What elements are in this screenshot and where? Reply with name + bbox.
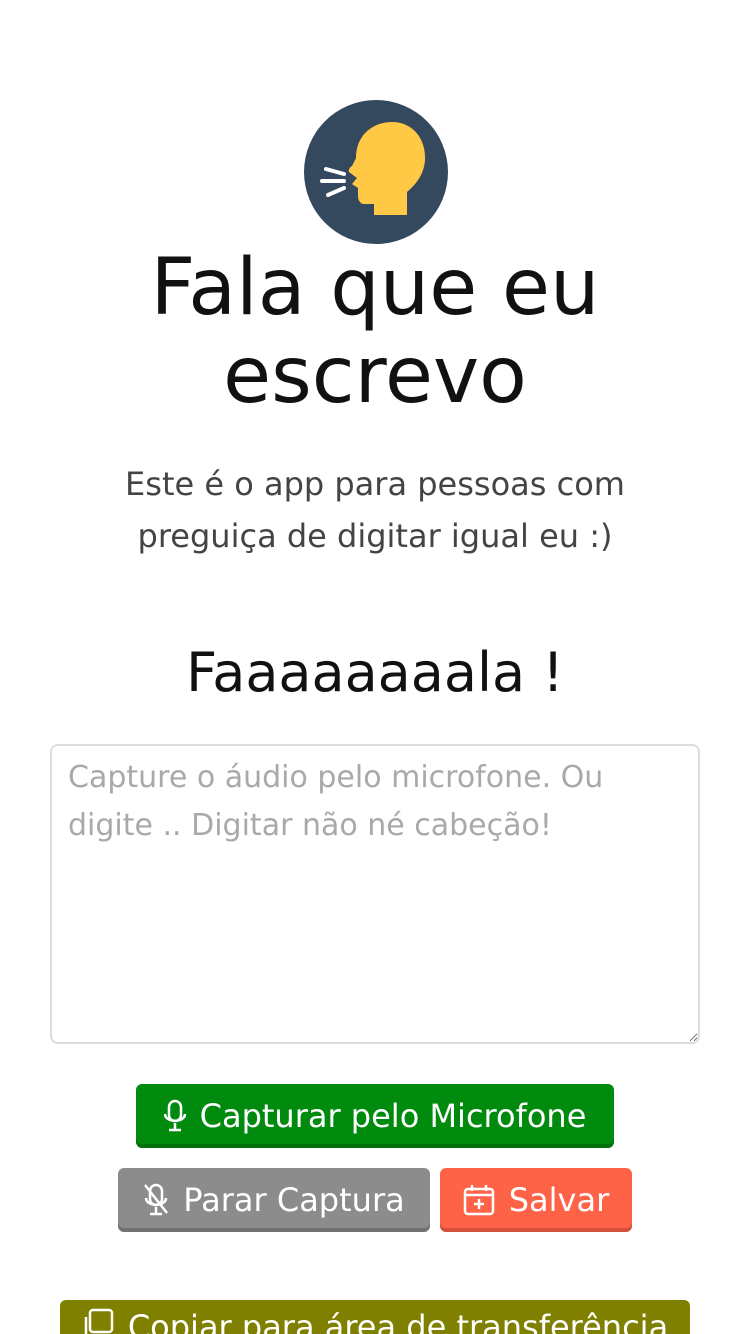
section-heading: Faaaaaaaala ! [186,641,564,704]
copy-icon [82,1308,114,1334]
calendar-plus-icon [463,1184,495,1216]
copy-to-clipboard-button[interactable]: Copiar para área de transferência [60,1300,690,1334]
page: Fala que eu escrevo Este é o app para pe… [0,0,750,1334]
save-button-label: Salvar [508,1181,610,1219]
stop-capture-button[interactable]: Parar Captura [118,1168,430,1232]
microphone-icon [163,1099,186,1133]
stop-button-label: Parar Captura [183,1181,405,1219]
speaking-head-icon [304,100,448,244]
copy-button-label: Copiar para área de transferência [127,1308,669,1334]
capture-microphone-button[interactable]: Capturar pelo Microfone [136,1084,614,1148]
speech-text-input[interactable] [50,744,700,1044]
capture-button-label: Capturar pelo Microfone [199,1097,587,1135]
save-button[interactable]: Salvar [440,1168,632,1232]
microphone-slash-icon [143,1183,169,1217]
page-subtitle: Este é o app para pessoas com preguiça d… [125,465,625,555]
page-title: Fala que eu escrevo [150,243,600,421]
